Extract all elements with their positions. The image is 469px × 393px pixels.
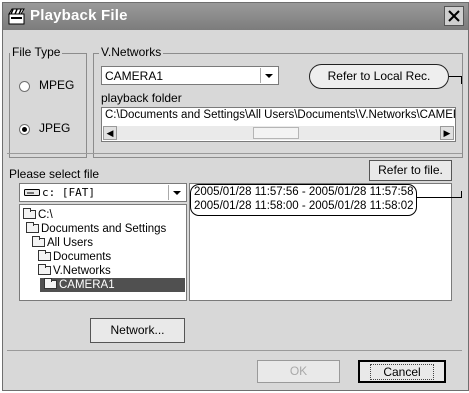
refer-to-file-label: Refer to file.	[378, 163, 443, 177]
horizontal-scrollbar[interactable]: ◀ ▶	[103, 126, 454, 140]
window-title: Playback File	[30, 7, 128, 24]
chevron-down-icon[interactable]	[168, 185, 185, 200]
tree-item-documents[interactable]: Documents	[38, 250, 111, 264]
file-type-group	[9, 53, 87, 158]
callout-line-file-list	[416, 197, 461, 198]
playback-folder-field[interactable]: C:\Documents and Settings\All Users\Docu…	[101, 107, 456, 142]
folder-open-icon	[32, 236, 45, 247]
folder-open-icon	[44, 278, 57, 289]
camera-select[interactable]: CAMERA1	[101, 66, 279, 85]
folder-open-icon	[23, 208, 36, 219]
ok-button-label: OK	[289, 364, 308, 378]
scroll-thumb[interactable]	[253, 127, 299, 139]
tree-item-all-users[interactable]: All Users	[32, 236, 93, 250]
folder-tree[interactable]: C:\ Documents and Settings All Users Doc…	[19, 204, 187, 301]
bottom-divider	[7, 350, 462, 351]
vnetworks-legend: V.Networks	[99, 45, 164, 59]
chevron-down-icon[interactable]	[260, 68, 277, 83]
list-item[interactable]: 2005/01/28 11:57:56 - 2005/01/28 11:57:5…	[194, 186, 414, 198]
callout-tick-file-list	[461, 191, 462, 198]
list-item[interactable]: 2005/01/28 11:58:00 - 2005/01/28 11:58:0…	[194, 200, 414, 212]
file-type-legend: File Type	[10, 45, 63, 59]
refer-to-local-rec-button[interactable]: Refer to Local Rec.	[309, 64, 449, 89]
callout-line-refer-local	[449, 76, 461, 77]
tree-item-documents-and-settings[interactable]: Documents and Settings	[26, 222, 166, 236]
tree-item-drive-c[interactable]: C:\	[23, 208, 53, 222]
network-button-label: Network...	[110, 323, 165, 337]
radio-mpeg[interactable]	[19, 81, 30, 92]
film-clapper-icon	[8, 8, 25, 25]
folder-open-icon	[26, 222, 39, 233]
callout-tick-refer-local	[461, 76, 462, 84]
camera-select-value: CAMERA1	[105, 69, 164, 83]
playback-folder-path: C:\Documents and Settings\All Users\Docu…	[105, 109, 456, 121]
network-button[interactable]: Network...	[90, 318, 185, 343]
ok-button[interactable]: OK	[257, 360, 340, 383]
drive-select[interactable]: c: [FAT]	[19, 183, 187, 202]
close-icon	[448, 10, 460, 22]
scroll-left-icon[interactable]: ◀	[103, 126, 117, 140]
refer-to-local-rec-label: Refer to Local Rec.	[327, 69, 431, 83]
scroll-right-icon[interactable]: ▶	[440, 126, 454, 140]
jpeg-label[interactable]: JPEG	[39, 121, 70, 135]
tree-item-camera1[interactable]: CAMERA1	[40, 278, 185, 292]
drive-select-value: c: [FAT]	[42, 186, 95, 199]
folder-open-icon	[38, 250, 51, 261]
refer-to-file-button[interactable]: Refer to file.	[369, 160, 452, 181]
folder-open-icon	[38, 264, 51, 275]
please-select-file-label: Please select file	[9, 167, 100, 181]
cancel-button-label: Cancel	[370, 364, 434, 380]
close-button[interactable]	[444, 6, 464, 26]
radio-jpeg[interactable]	[19, 124, 30, 135]
file-list[interactable]: 2005/01/28 11:57:56 - 2005/01/28 11:57:5…	[189, 183, 452, 301]
title-bar: Playback File	[3, 3, 468, 30]
section-divider	[7, 153, 462, 154]
cancel-button[interactable]: Cancel	[358, 360, 446, 383]
playback-file-dialog: Playback File File Type MPEG JPEG V.Netw…	[2, 2, 469, 391]
drive-icon	[24, 189, 40, 196]
mpeg-label[interactable]: MPEG	[39, 78, 74, 92]
playback-folder-label: playback folder	[101, 91, 182, 105]
tree-item-vnetworks[interactable]: V.Networks	[38, 264, 111, 278]
